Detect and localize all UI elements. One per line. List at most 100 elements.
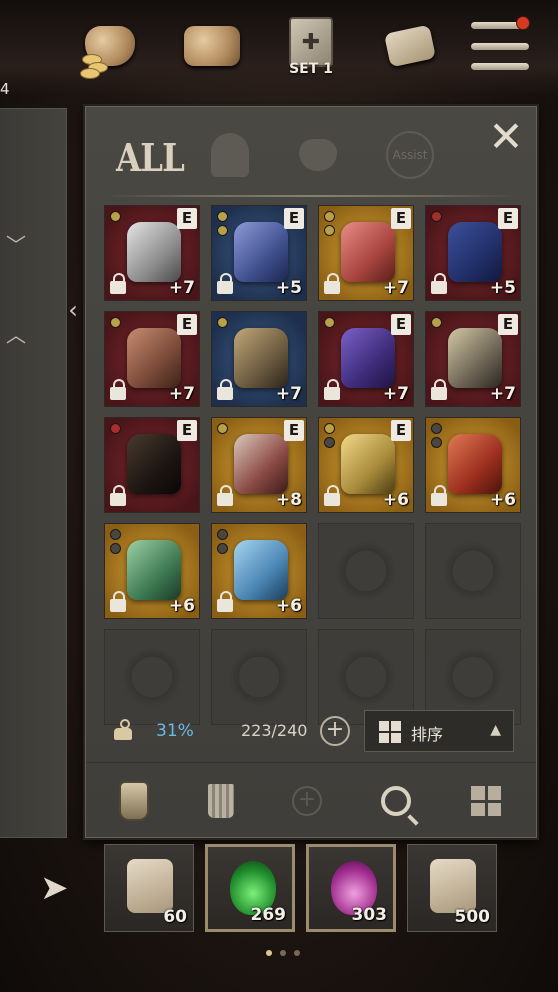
inventory-slot[interactable]: +6 bbox=[211, 523, 307, 619]
enhance-level: +6 bbox=[275, 596, 302, 616]
inventory-slot[interactable]: E +7 bbox=[104, 311, 200, 407]
gem-socket-icon bbox=[431, 423, 442, 434]
equipped-badge: E bbox=[177, 420, 197, 441]
gem-socket-icon bbox=[324, 211, 335, 222]
inventory-grid: E +7 E +5 E +7 E +5 E +7 +7 E +7 E +7 E E +8 E +6 +6 +6 +6 bbox=[104, 205, 521, 725]
tab-consumables[interactable] bbox=[292, 129, 344, 181]
close-icon[interactable]: ✕ bbox=[486, 116, 526, 158]
currency-bag-icon[interactable] bbox=[78, 14, 142, 79]
tab-all[interactable]: ALL bbox=[116, 135, 185, 180]
potion-action-icon[interactable] bbox=[112, 779, 156, 823]
gem-socket-icon bbox=[217, 211, 228, 222]
gem-socket-icon bbox=[110, 423, 121, 434]
item-icon bbox=[127, 328, 181, 388]
equipped-badge: E bbox=[498, 208, 518, 229]
page-indicator bbox=[266, 950, 300, 956]
item-icon bbox=[234, 540, 288, 600]
quickslot-teleport-scroll[interactable]: 500 bbox=[407, 844, 497, 932]
lock-icon bbox=[324, 273, 340, 294]
page-dot bbox=[266, 950, 272, 956]
inventory-slot[interactable]: E +6 bbox=[318, 417, 414, 513]
quickslot-green-potion[interactable]: 269 bbox=[205, 844, 295, 932]
grid-view-icon[interactable] bbox=[464, 779, 508, 823]
search-magnifier-icon[interactable] bbox=[374, 779, 418, 823]
gem-socket-icon bbox=[324, 317, 335, 328]
empty-slot[interactable] bbox=[318, 523, 414, 619]
gem-socket-icon bbox=[431, 211, 442, 222]
enhance-level: +6 bbox=[382, 490, 409, 510]
inventory-slot[interactable]: +6 bbox=[104, 523, 200, 619]
inventory-slot[interactable]: E +7 bbox=[104, 205, 200, 301]
inventory-slot[interactable]: E +7 bbox=[425, 311, 521, 407]
lock-icon bbox=[110, 591, 126, 612]
item-icon bbox=[448, 434, 502, 494]
quickslot-count: 303 bbox=[351, 905, 388, 925]
lock-icon bbox=[217, 591, 233, 612]
enhance-level: +5 bbox=[275, 278, 302, 298]
side-panel-toggle-icon[interactable]: ‹ bbox=[62, 280, 84, 340]
capacity-count: 223/240 bbox=[241, 721, 308, 740]
sort-dropdown[interactable]: 排序 ▲ bbox=[364, 710, 514, 752]
gem-socket-icon bbox=[431, 437, 442, 448]
quickslot-arrow-icon[interactable]: ➤ bbox=[40, 868, 69, 908]
page-dot bbox=[280, 950, 286, 956]
enhance-level: +7 bbox=[382, 384, 409, 404]
equipped-badge: E bbox=[498, 314, 518, 335]
lock-icon bbox=[217, 485, 233, 506]
inventory-slot[interactable]: +7 bbox=[211, 311, 307, 407]
item-icon bbox=[341, 328, 395, 388]
item-icon bbox=[234, 434, 288, 494]
item-icon bbox=[448, 222, 502, 282]
empty-slot[interactable] bbox=[425, 523, 521, 619]
gem-socket-icon bbox=[217, 423, 228, 434]
inventory-slot[interactable]: E +5 bbox=[425, 205, 521, 301]
inventory-slot[interactable]: E +5 bbox=[211, 205, 307, 301]
tab-equipment[interactable] bbox=[204, 129, 256, 181]
add-disabled-icon: + bbox=[285, 779, 329, 823]
equipped-badge: E bbox=[177, 314, 197, 335]
inventory-slot[interactable]: E +7 bbox=[318, 311, 414, 407]
item-icon bbox=[127, 222, 181, 282]
lock-icon bbox=[324, 485, 340, 506]
weight-icon bbox=[114, 719, 132, 741]
inventory-slot[interactable]: E +7 bbox=[318, 205, 414, 301]
main-menu-icon[interactable] bbox=[464, 14, 536, 78]
lock-icon bbox=[217, 379, 233, 400]
lock-icon bbox=[431, 379, 447, 400]
item-icon bbox=[234, 328, 288, 388]
quest-scroll-icon[interactable] bbox=[378, 14, 442, 78]
enhance-level: +8 bbox=[275, 490, 302, 510]
side-panel: ﹀ ︿ bbox=[0, 108, 67, 838]
lock-icon bbox=[431, 485, 447, 506]
inventory-slot[interactable]: E bbox=[104, 417, 200, 513]
quickslot-count: 269 bbox=[250, 905, 287, 925]
storage-bag-icon[interactable] bbox=[180, 14, 244, 78]
inventory-stats: 31% 223/240 + 排序 ▲ bbox=[104, 709, 520, 753]
gem-socket-icon bbox=[324, 423, 335, 434]
inventory-slot[interactable]: +6 bbox=[425, 417, 521, 513]
quickslot-return-scroll[interactable]: 60 bbox=[104, 844, 194, 932]
chevron-down-icon[interactable]: ﹀ bbox=[6, 229, 26, 258]
chevron-up-icon[interactable]: ︿ bbox=[6, 319, 26, 348]
enhance-level: +5 bbox=[489, 278, 516, 298]
quickslot-count: 500 bbox=[454, 907, 491, 927]
item-icon bbox=[341, 222, 395, 282]
item-icon bbox=[127, 434, 181, 494]
enhance-level: +6 bbox=[168, 596, 195, 616]
lock-icon bbox=[324, 379, 340, 400]
item-icon bbox=[127, 540, 181, 600]
gem-socket-icon bbox=[324, 225, 335, 236]
equipped-badge: E bbox=[391, 314, 411, 335]
inventory-slot[interactable]: E +8 bbox=[211, 417, 307, 513]
return-scroll-icon bbox=[127, 859, 173, 913]
set-label: SET 1 bbox=[289, 61, 333, 77]
trash-bin-icon[interactable] bbox=[199, 779, 243, 823]
equipped-badge: E bbox=[177, 208, 197, 229]
tab-assist[interactable]: Assist bbox=[384, 129, 436, 181]
quickslot-pink-potion[interactable]: 303 bbox=[306, 844, 396, 932]
enhance-level: +7 bbox=[168, 384, 195, 404]
gem-socket-icon bbox=[217, 225, 228, 236]
expand-capacity-button[interactable]: + bbox=[320, 716, 350, 746]
item-icon bbox=[234, 222, 288, 282]
caret-up-icon: ▲ bbox=[490, 722, 501, 738]
